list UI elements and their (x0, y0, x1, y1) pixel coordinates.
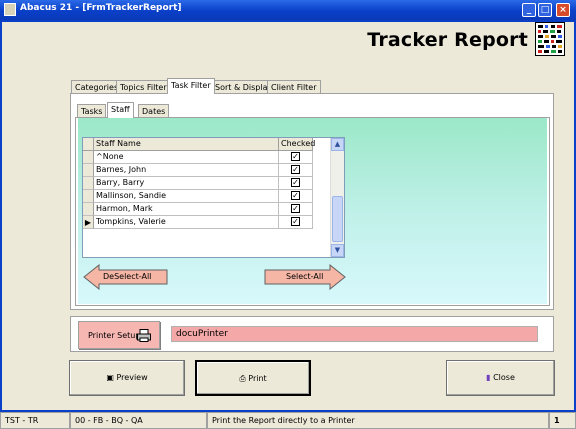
status-user: TST - TR (0, 412, 70, 429)
printer-setup-button[interactable]: Printer Setup (78, 321, 160, 349)
status-page: 1 (549, 412, 576, 429)
minimize-button[interactable]: _ (522, 3, 536, 17)
close-window-button[interactable]: × (556, 3, 570, 17)
row-selector[interactable] (83, 164, 94, 177)
checkbox[interactable]: ✓ (291, 178, 300, 187)
close-label: Close (493, 373, 515, 382)
close-button[interactable]: ▮ Close (446, 360, 555, 396)
preview-icon: ▣ (106, 373, 114, 382)
preview-button[interactable]: ▣ Preview (69, 360, 185, 396)
subtab-staff[interactable]: Staff (107, 102, 134, 118)
checkbox[interactable]: ✓ (291, 217, 300, 226)
scroll-thumb[interactable] (332, 196, 343, 242)
printer-icon (137, 329, 151, 342)
checkbox[interactable]: ✓ (291, 191, 300, 200)
staff-name-cell[interactable]: Barnes, John (94, 164, 279, 177)
deselect-all-label: DeSelect-All (103, 272, 152, 281)
subtab-tasks[interactable]: Tasks (77, 104, 107, 117)
tab-categories[interactable]: Categories (71, 80, 123, 93)
tab-topics-filter[interactable]: Topics Filter (116, 80, 171, 93)
subtab-dates[interactable]: Dates (138, 104, 170, 117)
staff-name-cell[interactable]: Mallinson, Sandie (94, 190, 279, 203)
grid-vertical-scrollbar[interactable]: ▲ ▼ (330, 138, 344, 257)
printer-setup-label: Printer Setup (88, 331, 141, 340)
checked-cell[interactable]: ✓ (279, 190, 313, 203)
app-icon[interactable] (4, 3, 16, 16)
status-codes: 00 - FB - BQ - QA (70, 412, 207, 429)
title-bar: Abacus 21 - [FrmTrackerReport] _ □ × (0, 0, 576, 20)
checked-cell[interactable]: ✓ (279, 164, 313, 177)
window-title: Abacus 21 - [FrmTrackerReport] (20, 3, 182, 13)
preview-label: Preview (116, 373, 148, 382)
checkbox[interactable]: ✓ (291, 204, 300, 213)
column-header-staff-name[interactable]: Staff Name (94, 138, 279, 151)
row-selector[interactable] (83, 177, 94, 190)
print-icon: ⎙ (239, 374, 246, 383)
row-selector[interactable] (83, 203, 94, 216)
row-selector[interactable] (83, 151, 94, 164)
tab-task-filter[interactable]: Task Filter (167, 78, 215, 94)
door-exit-icon: ▮ (486, 373, 491, 382)
grid-corner (83, 138, 94, 151)
tab-client-filter[interactable]: Client Filter (267, 80, 321, 93)
row-selector[interactable] (83, 190, 94, 203)
checkbox[interactable]: ✓ (291, 152, 300, 161)
staff-name-cell[interactable]: Harmon, Mark (94, 203, 279, 216)
checked-cell[interactable]: ✓ (279, 151, 313, 164)
tracker-grid-logo-icon (535, 22, 565, 56)
checkbox[interactable]: ✓ (291, 165, 300, 174)
checked-cell[interactable]: ✓ (279, 203, 313, 216)
checked-cell[interactable]: ✓ (279, 216, 313, 229)
status-message: Print the Report directly to a Printer (207, 412, 549, 429)
printer-name-field[interactable]: docuPrinter (171, 326, 538, 342)
print-button[interactable]: ⎙ Print (195, 360, 311, 396)
staff-name-cell[interactable]: ^None (94, 151, 279, 164)
print-label: Print (248, 374, 267, 383)
maximize-button[interactable]: □ (538, 3, 552, 17)
report-title: Tracker Report (367, 29, 528, 51)
scroll-up-icon[interactable]: ▲ (331, 138, 344, 151)
staff-name-cell[interactable]: Tompkins, Valerie (94, 216, 279, 229)
column-header-checked[interactable]: Checked (279, 138, 315, 151)
select-all-label: Select-All (286, 272, 324, 281)
scroll-down-icon[interactable]: ▼ (331, 244, 344, 257)
checked-cell[interactable]: ✓ (279, 177, 313, 190)
staff-name-cell[interactable]: Barry, Barry (94, 177, 279, 190)
current-row-indicator-icon[interactable]: ▶ (83, 216, 94, 229)
staff-grid[interactable]: Staff Name Checked ^None ✓ Barnes, John … (82, 137, 345, 258)
